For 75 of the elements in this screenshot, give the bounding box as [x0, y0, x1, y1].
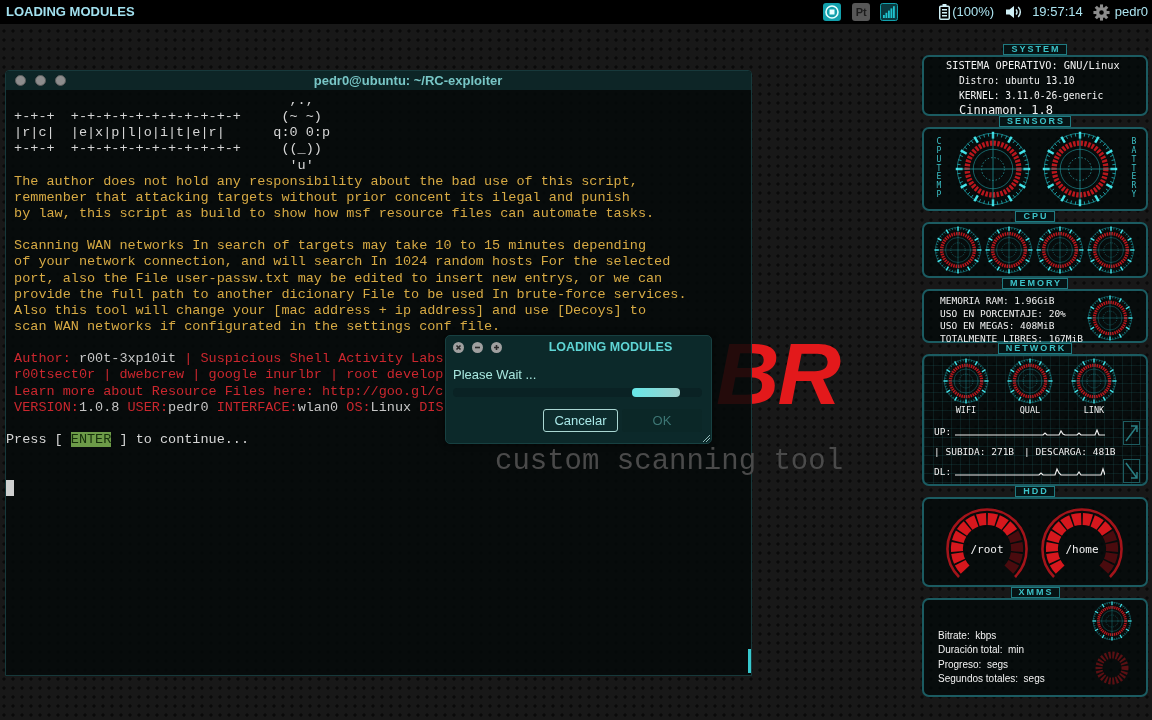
meter-label: /home — [1065, 542, 1099, 556]
user-name[interactable]: pedr0 — [1114, 2, 1148, 22]
ascii-mascot-line: ((_)) — [281, 141, 322, 158]
maximize-icon — [493, 343, 500, 351]
wallpaper-logo: BR — [716, 330, 840, 418]
player-info-line: Duración total: min — [938, 643, 1025, 658]
credits-line: Learn more about Resource Files here: http://goo.gl/c — [14, 383, 444, 400]
memory-info-line: USO EN MEGAS: 408MiB — [940, 320, 1055, 334]
dial-gauge-drawing — [1071, 358, 1117, 404]
spinner-ring-icon — [1095, 651, 1129, 685]
system-info-line: Cinnamon: 1.8 — [959, 103, 1053, 118]
ascii-banner-line: +-+-+ +-+-+-+-+-+-+-+-+-+-+ — [14, 141, 241, 158]
traffic-total: | DESCARGA: 481B — [1024, 445, 1116, 457]
wallpaper-tagline: custom scanning tool — [495, 446, 844, 478]
credits-line: r00tsect0r | dwebcrew | google inurlbr | root develop — [14, 367, 444, 384]
vertical-label: CPUTEMP — [935, 138, 943, 200]
minimize-button[interactable] — [35, 75, 46, 86]
panel-title: LOADING MODULES — [6, 3, 135, 22]
player-info-line: Progreso: segs — [938, 657, 1009, 672]
resize-grip-icon[interactable] — [703, 435, 710, 442]
ascii-mascot-line: ,., — [289, 93, 314, 110]
stop-icon[interactable] — [823, 3, 842, 21]
window-title: pedr0@ubuntu: ~/RC-exploiter — [312, 71, 504, 90]
cancel-button[interactable]: Cancelar — [543, 409, 618, 432]
battery-icon[interactable] — [939, 4, 951, 20]
ascii-banner-line: |r|c| |e|x|p|l|o|i|t|e|r| — [14, 125, 225, 142]
prompt-line: Press [ ENTER ] to continue... — [6, 431, 250, 449]
minimize-button[interactable] — [472, 341, 483, 353]
ascii-mascot-line: q:0 0:p — [273, 125, 331, 142]
gauge-label: QUAL — [1019, 404, 1041, 416]
system-info-line: SISTEMA OPERATIVO: GNU/Linux — [946, 58, 1120, 73]
dial-gauge-drawing — [1036, 226, 1084, 274]
maximize-button[interactable] — [491, 341, 502, 353]
player-info-line: Segundos totales: segs — [938, 671, 1045, 686]
disclaimer-text: The author does not hold any responsibility about the bad use of this script, remmenber that attacking targets without prior concent its ilegal and punish by law, this script as build to show how msf resource files can automate tasks. — [14, 173, 655, 223]
dial-gauge-drawing — [1092, 601, 1132, 641]
close-icon — [455, 343, 462, 351]
clock[interactable]: 19:57:14 — [1032, 2, 1083, 22]
dial-gauge-drawing — [985, 226, 1033, 274]
download-label: DL: — [934, 465, 952, 477]
credits-line: Author: r00t-3xp10it | Suspicious Shell Activity Labs — [14, 351, 444, 368]
dialog-title: LOADING MODULES — [547, 338, 674, 356]
gauge-label: LINK — [1083, 404, 1105, 416]
text-cursor — [6, 480, 15, 497]
settings-icon[interactable] — [1092, 3, 1110, 21]
close-button[interactable] — [15, 75, 26, 86]
description-text: Scanning WAN networks In search of targets may take 10 to 15 minutes depending of your network connection, and will search In 1024 random hosts For the selected port, also the File user-passw.txt may be edited to insert new entrys, or we can provide the full path to another dicionary File to be used In brute-force services. Also this tool will change your [mac address + ip address] and use [Decoys] to scan WAN networks if configurated in the settings conf file. — [14, 238, 687, 336]
ascii-mascot-line: (~ ~) — [281, 109, 322, 126]
traffic-total: | SUBIDA: 271B — [934, 445, 1015, 457]
memory-info-line: USO EN PORCENTAJE: 20% — [940, 307, 1066, 321]
dial-gauge-drawing — [934, 226, 982, 274]
memory-info-line: TOTALMENTE LIBRES: 167MiB — [940, 333, 1083, 345]
credits-line: VERSION:1.0.8 USER:pedr0 INTERFACE:wlan0 OS:Linux DIS — [14, 399, 444, 416]
dialog-message: Please Wait ... — [453, 367, 537, 383]
ascii-banner-line: +-+-+ +-+-+-+-+-+-+-+-+-+-+ — [14, 109, 241, 126]
meter-label: /root — [970, 542, 1004, 556]
dial-gauge-drawing — [1007, 358, 1053, 404]
battery-level[interactable]: (100%) — [952, 2, 995, 22]
system-info-line: Distro: ubuntu 13.10 — [959, 74, 1075, 88]
gauge-label: WIFI — [955, 404, 977, 416]
section-header: CPU — [1015, 211, 1055, 222]
signal-bars-icon[interactable] — [880, 3, 899, 21]
ascii-mascot-line: 'u' — [289, 157, 314, 174]
dial-gauge-drawing — [1087, 295, 1133, 341]
dial-gauge-drawing — [1087, 226, 1135, 274]
vertical-label: BATTERY — [1130, 138, 1138, 200]
dial-gauge-drawing — [943, 358, 989, 404]
upload-label: UP: — [934, 425, 952, 437]
system-info-line: KERNEL: 3.11.0-26-generic — [959, 89, 1104, 103]
close-button[interactable] — [453, 341, 464, 353]
maximize-button[interactable] — [55, 75, 66, 86]
scrollbar-thumb[interactable] — [748, 649, 751, 673]
memory-info-line: MEMORIA RAM: 1.96GiB — [940, 295, 1055, 308]
volume-icon[interactable] — [1005, 5, 1023, 19]
player-info-line: Bitrate: kbps — [938, 629, 997, 643]
